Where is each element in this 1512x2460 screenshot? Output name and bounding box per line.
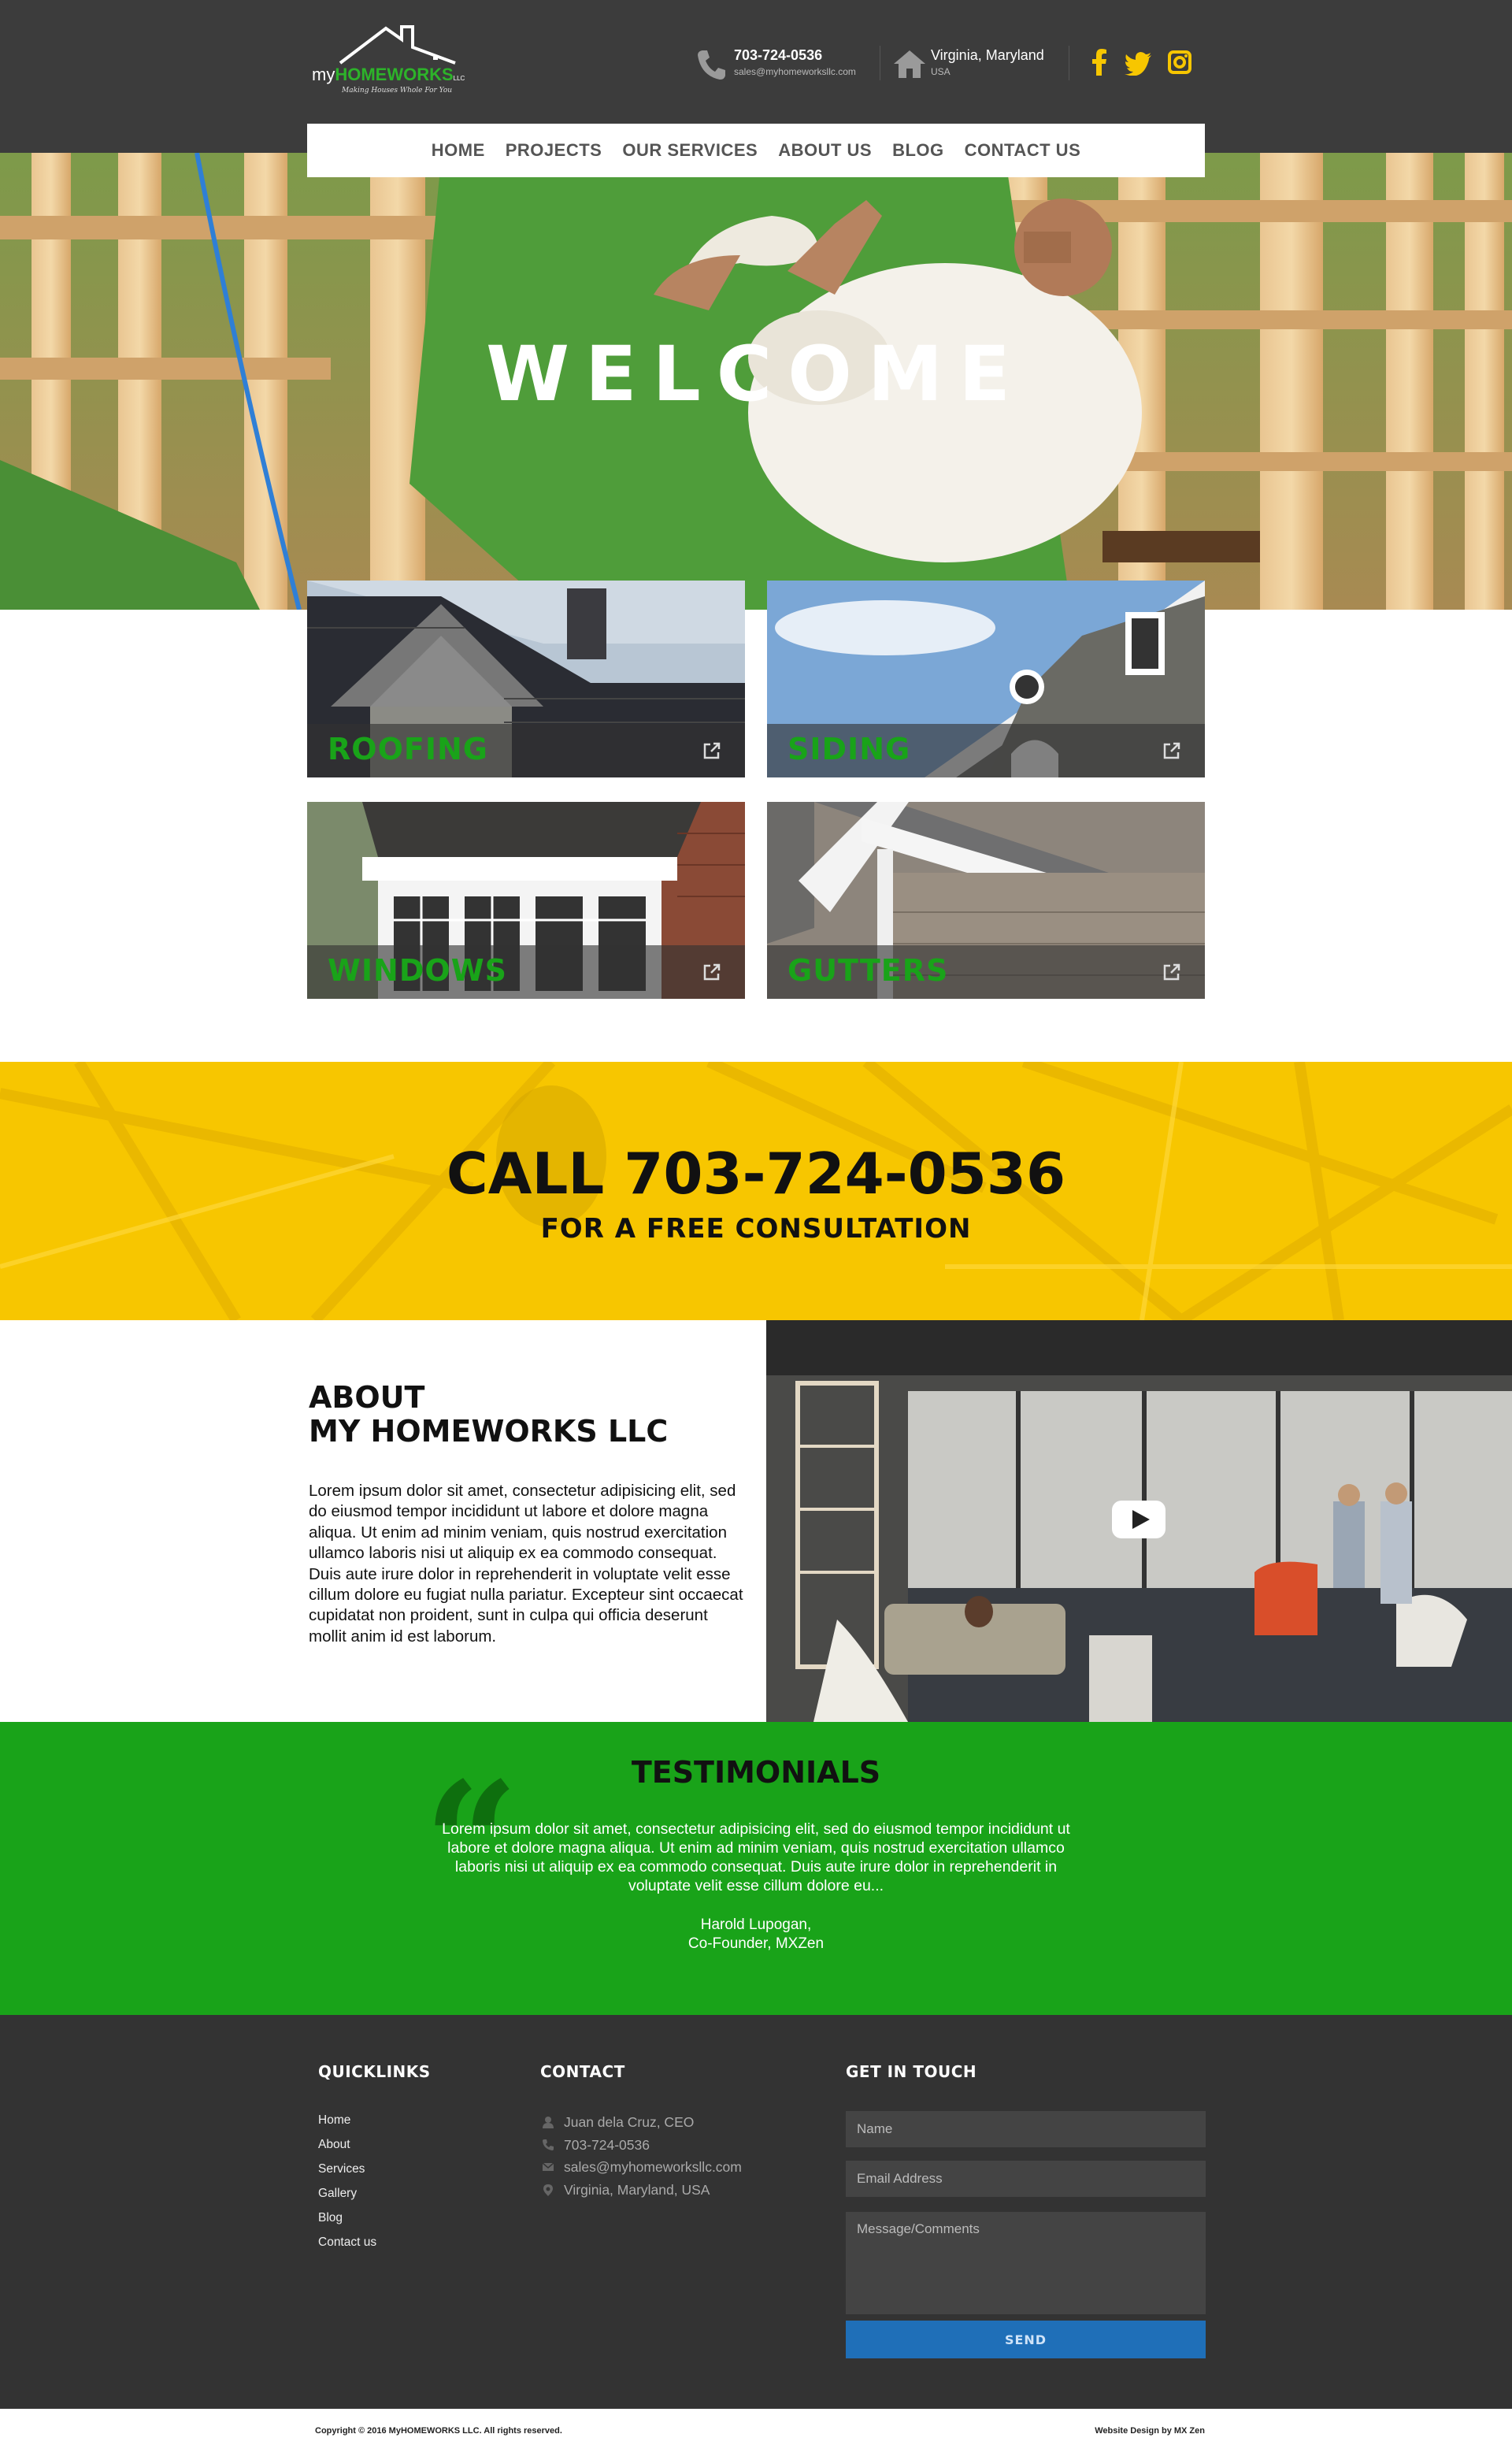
map-pin-icon (543, 2184, 553, 2196)
quicklink-about[interactable]: About (318, 2138, 350, 2152)
external-link-icon[interactable] (702, 963, 721, 981)
service-tile-windows[interactable]: WINDOWS (307, 802, 745, 999)
nav-our-services[interactable]: OUR SERVICES (612, 140, 768, 161)
hero-banner: WELCOME (0, 153, 1512, 610)
quicklink-blog[interactable]: Blog (318, 2211, 343, 2225)
call-subtitle: FOR A FREE CONSULTATION (540, 1213, 972, 1245)
service-tile-siding[interactable]: SIDING (767, 581, 1205, 777)
logo[interactable]: myHOMEWORKSLLC Making Houses Whole For Y… (310, 22, 476, 101)
main-nav: HOME PROJECTS OUR SERVICES ABOUT US BLOG… (307, 124, 1205, 177)
header-location: Virginia, Maryland (931, 47, 1044, 63)
quicklink-services[interactable]: Services (318, 2162, 365, 2176)
play-icon (1132, 1510, 1150, 1529)
nav-home[interactable]: HOME (421, 140, 495, 161)
external-link-icon[interactable] (1162, 741, 1181, 760)
testimonials-title: TESTIMONIALS (631, 1755, 881, 1790)
site-footer (0, 2015, 1512, 2409)
hero-title: WELCOME (486, 330, 1026, 418)
header-phone[interactable]: 703-724-0536 (734, 47, 822, 64)
bottom-bar (0, 2409, 1512, 2460)
tile-label: ROOFING (328, 732, 488, 766)
service-tile-roofing[interactable]: ROOFING (307, 581, 745, 777)
quicklink-gallery[interactable]: Gallery (318, 2187, 357, 2201)
copyright-text: Copyright © 2016 MyHOMEWORKS LLC. All ri… (315, 2426, 562, 2436)
nav-contact-us[interactable]: CONTACT US (954, 140, 1091, 161)
quicklink-home[interactable]: Home (318, 2113, 350, 2128)
call-title[interactable]: CALL 703-724-0536 (0, 1141, 1512, 1207)
about-title: ABOUT (309, 1380, 425, 1415)
home-icon (894, 50, 925, 78)
tile-label: WINDOWS (328, 953, 507, 988)
call-banner: CALL 703-724-0536 FOR A FREE CONSULTATIO… (0, 1062, 1512, 1320)
nav-about-us[interactable]: ABOUT US (768, 140, 882, 161)
logo-wordmark: myHOMEWORKSLLC (312, 65, 465, 84)
logo-tagline: Making Houses Whole For You (342, 87, 453, 95)
header-email[interactable]: sales@myhomeworksllc.com (734, 66, 856, 77)
tile-label: GUTTERS (788, 953, 949, 988)
get-in-touch-heading: GET IN TOUCH (846, 2062, 977, 2081)
email-field[interactable] (846, 2161, 1206, 2197)
instagram-icon[interactable] (1168, 49, 1191, 76)
about-body: Lorem ipsum dolor sit amet, consectetur … (309, 1482, 743, 1646)
contact-heading: CONTACT (540, 2062, 625, 2081)
header-country: USA (931, 66, 951, 77)
facebook-icon[interactable] (1088, 49, 1112, 76)
nav-projects[interactable]: PROJECTS (495, 140, 613, 161)
testimonial-author: Harold Lupogan, (700, 1916, 812, 1933)
quicklinks-heading: QUICKLINKS (318, 2062, 431, 2081)
about-title: MY HOMEWORKS LLC (309, 1414, 669, 1449)
play-video-button[interactable] (1112, 1501, 1166, 1538)
house-roof-logo-icon (339, 25, 456, 65)
external-link-icon[interactable] (702, 741, 721, 760)
tile-label: SIDING (788, 732, 911, 766)
phone-icon (543, 2139, 554, 2150)
name-field[interactable] (846, 2111, 1206, 2147)
message-field[interactable] (846, 2212, 1206, 2314)
designer-credit[interactable]: Website Design by MX Zen (1076, 2426, 1205, 2436)
envelope-icon (542, 2162, 554, 2171)
user-icon (543, 2117, 554, 2128)
testimonial-role: Co-Founder, MXZen (687, 1935, 825, 1952)
service-tile-gutters[interactable]: GUTTERS (767, 802, 1205, 999)
phone-icon (698, 50, 725, 80)
nav-blog[interactable]: BLOG (882, 140, 954, 161)
testimonial-quote: Lorem ipsum dolor sit amet, consectetur … (442, 1820, 1070, 1894)
twitter-icon[interactable] (1125, 49, 1153, 76)
quicklink-contact-us[interactable]: Contact us (318, 2236, 376, 2250)
send-button[interactable]: SEND (846, 2321, 1206, 2358)
external-link-icon[interactable] (1162, 963, 1181, 981)
